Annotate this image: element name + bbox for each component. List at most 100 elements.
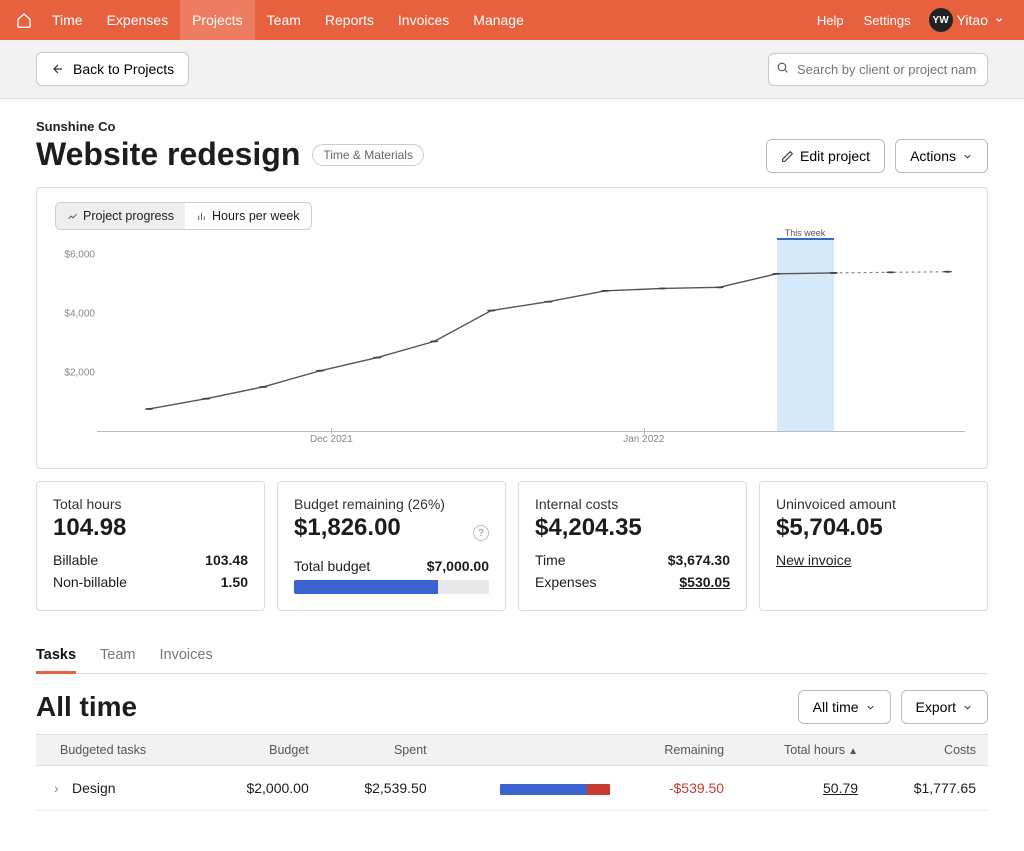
remaining-cell: -$539.50: [622, 766, 736, 811]
section-header: All time All time Export: [36, 690, 988, 724]
col-header[interactable]: Budgeted tasks: [36, 735, 203, 766]
mini-bar: [500, 784, 610, 795]
edit-label: Edit project: [800, 148, 870, 164]
actions-button[interactable]: Actions: [895, 139, 988, 173]
table-header-row: Budgeted tasksBudgetSpent RemainingTotal …: [36, 735, 988, 766]
arrow-left-icon: [51, 62, 65, 76]
card-label: Total hours: [53, 496, 248, 512]
col-header[interactable]: Budget: [203, 735, 321, 766]
info-icon[interactable]: ?: [473, 525, 489, 541]
user-menu[interactable]: YW Yitao: [921, 8, 1016, 32]
new-invoice-link[interactable]: New invoice: [776, 552, 971, 568]
export-label: Export: [916, 699, 956, 715]
search-input[interactable]: [768, 53, 988, 86]
nav-invoices[interactable]: Invoices: [386, 0, 461, 40]
title-text: Website redesign: [36, 136, 300, 173]
task-name: Design: [72, 780, 116, 796]
x-tick-label: Jan 2022: [623, 434, 664, 445]
label-text: Budget remaining (26%): [294, 496, 445, 512]
col-header[interactable]: Total hours▲: [736, 735, 870, 766]
row-value: 103.48: [205, 552, 248, 568]
search-wrap: [768, 53, 988, 86]
col-header[interactable]: Spent: [321, 735, 439, 766]
nav-team[interactable]: Team: [255, 0, 313, 40]
spent-bar-cell: [439, 766, 622, 811]
card-budget-remaining: Budget remaining (26%) $1,826.00 ? Total…: [277, 481, 506, 611]
sub-bar: Back to Projects: [0, 40, 1024, 99]
chevron-down-icon: [962, 702, 973, 713]
time-filter-button[interactable]: All time: [798, 690, 891, 724]
progress-fill: [294, 580, 438, 594]
nav-help[interactable]: Help: [807, 13, 854, 28]
table-body: ›Design$2,000.00$2,539.50-$539.5050.79$1…: [36, 766, 988, 811]
expand-icon[interactable]: ›: [54, 780, 64, 796]
section-tabs: Tasks Team Invoices: [36, 639, 988, 674]
costs-cell: $1,777.65: [870, 766, 988, 811]
nav-time[interactable]: Time: [40, 0, 95, 40]
nav-right: HelpSettings: [807, 12, 921, 28]
tab-label: Project progress: [83, 209, 174, 223]
back-button[interactable]: Back to Projects: [36, 52, 189, 86]
x-axis: Dec 2021Jan 2022: [97, 434, 965, 450]
card-label: Internal costs: [535, 496, 730, 512]
card-row: Expenses $530.05: [535, 574, 730, 590]
project-type-badge: Time & Materials: [312, 144, 424, 166]
back-label: Back to Projects: [73, 61, 174, 77]
chart-tabs: Project progress Hours per week: [55, 202, 312, 230]
tab-project-progress[interactable]: Project progress: [56, 203, 185, 229]
budget-progress-bar: [294, 580, 489, 594]
section-title: All time: [36, 691, 137, 723]
card-uninvoiced: Uninvoiced amount $5,704.05 New invoice: [759, 481, 988, 611]
search-icon: [776, 61, 789, 77]
actions-label: Actions: [910, 148, 956, 164]
tab-label: Hours per week: [212, 209, 300, 223]
card-value: 104.98: [53, 514, 248, 542]
nav-settings[interactable]: Settings: [854, 13, 921, 28]
line-chart-icon: [67, 211, 78, 222]
card-internal-costs: Internal costs $4,204.35 Time$3,674.30Ex…: [518, 481, 747, 611]
export-button[interactable]: Export: [901, 690, 988, 724]
header-actions: Edit project Actions: [766, 139, 988, 173]
col-header[interactable]: [439, 735, 622, 766]
nav-reports[interactable]: Reports: [313, 0, 386, 40]
tab-hours-per-week[interactable]: Hours per week: [185, 203, 311, 229]
nav-expenses[interactable]: Expenses: [95, 0, 180, 40]
client-name: Sunshine Co: [36, 119, 424, 134]
edit-project-button[interactable]: Edit project: [766, 139, 885, 173]
row-value[interactable]: $530.05: [679, 574, 730, 590]
card-label: Uninvoiced amount: [776, 496, 971, 512]
nav-links: TimeExpensesProjectsTeamReportsInvoicesM…: [40, 0, 536, 40]
col-header[interactable]: Remaining: [622, 735, 736, 766]
chevron-down-icon: [865, 702, 876, 713]
home-icon[interactable]: [8, 12, 40, 28]
row-label: Expenses: [535, 574, 596, 590]
row-label: Billable: [53, 552, 98, 568]
pencil-icon: [781, 150, 794, 163]
col-header[interactable]: Costs: [870, 735, 988, 766]
y-tick-label: $4,000: [64, 308, 95, 319]
top-nav: TimeExpensesProjectsTeamReportsInvoicesM…: [0, 0, 1024, 40]
tab-team[interactable]: Team: [100, 639, 135, 674]
summary-cards: Total hours 104.98 Billable103.48Non-bil…: [36, 481, 988, 611]
nav-projects[interactable]: Projects: [180, 0, 255, 40]
row-value: 1.50: [221, 574, 248, 590]
hours-cell: 50.79: [736, 766, 870, 811]
tab-invoices[interactable]: Invoices: [160, 639, 213, 674]
tab-tasks[interactable]: Tasks: [36, 639, 76, 674]
bar-chart-icon: [196, 211, 207, 222]
this-week-label: This week: [785, 228, 826, 238]
card-value: $5,704.05: [776, 514, 971, 542]
card-value: $4,204.35: [535, 514, 730, 542]
chevron-down-icon: [962, 151, 973, 162]
chart-panel: Project progress Hours per week $2,000$4…: [36, 187, 988, 469]
spent-cell: $2,539.50: [321, 766, 439, 811]
y-axis: $2,000$4,000$6,000: [55, 240, 95, 432]
avatar: YW: [929, 8, 953, 32]
chart-area: $2,000$4,000$6,000 This week Dec 2021Jan…: [49, 240, 975, 450]
card-row: Billable 103.48: [53, 552, 248, 568]
sort-ascending-icon: ▲: [848, 746, 858, 757]
project-title: Website redesign Time & Materials: [36, 136, 424, 173]
nav-manage[interactable]: Manage: [461, 0, 536, 40]
card-value: $1,826.00: [294, 514, 401, 542]
table-row[interactable]: ›Design$2,000.00$2,539.50-$539.5050.79$1…: [36, 766, 988, 811]
